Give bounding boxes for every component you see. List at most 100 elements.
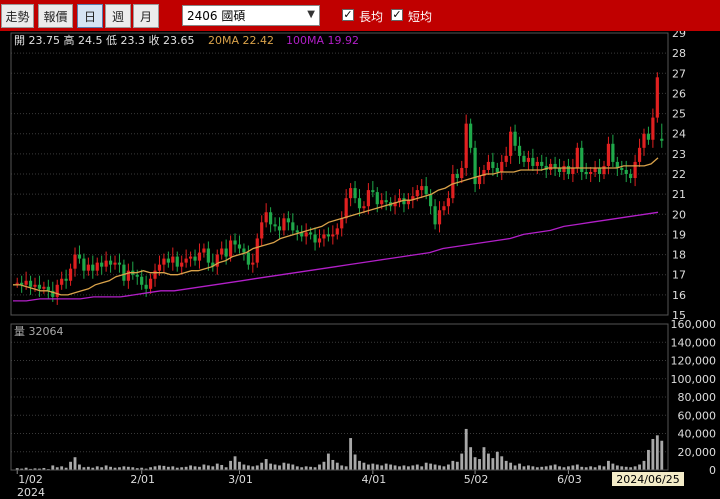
candle-body [140,276,144,285]
volume-bar [455,461,459,470]
tab-monthly[interactable]: 月 [133,4,159,28]
volume-bar [206,465,210,470]
volume-bar [340,465,344,470]
candle-body [68,268,73,281]
price-tick-label: 22 [672,168,686,181]
candle-body [33,284,37,287]
long-ma-label: 長均 [359,10,384,24]
volume-bar [371,463,375,470]
toolbar: 走勢 報價 日 週 月 2406 國碩 ▼ ✓ 長均 ✓ 短均 [0,0,720,31]
candle-body [384,200,388,203]
volume-bar [380,465,384,470]
volume-bar [255,465,259,470]
candle-body [371,190,375,193]
volume-bar [69,461,72,470]
volume-bar [95,466,99,470]
volume-bar [642,460,646,470]
candle-body [242,248,246,253]
long-ma-checkbox[interactable]: ✓ [342,9,354,21]
volume-bar [344,466,348,470]
candle-body [220,248,224,255]
tab-daily[interactable]: 日 [77,4,103,28]
stock-select[interactable]: 2406 國碩 ▼ [182,5,320,26]
volume-tick-label: 100,000 [671,373,717,386]
candle-body [60,278,64,285]
price-axis: 151617181920212223242526272829 [672,31,686,322]
volume-bar [442,466,446,470]
candle-body [584,171,588,174]
candle-body [451,174,455,199]
candle-body [366,190,370,207]
volume-bar [433,464,437,470]
volume-tick-label: 160,000 [671,318,717,331]
candle-body [597,167,602,174]
candle-body [322,234,326,239]
short-ma-label: 短均 [408,10,433,24]
volume-bar [260,462,264,470]
tab-quote[interactable]: 報價 [38,4,73,28]
volume-bar [406,466,410,470]
candle-body [317,238,322,243]
price-tick-label: 28 [672,47,686,60]
candle-body [660,138,664,141]
volume-bar [375,464,379,470]
candle-body [108,260,113,265]
candle-body [264,212,268,223]
candle-body [531,157,535,166]
candle-body [469,123,473,148]
candle-body [15,282,19,284]
volume-axis: 0 20,000 40,000 60,000 80,000 100,000 120,000 1… [671,318,717,477]
candle-body [655,77,659,118]
candle-body [473,147,477,185]
volume-bar [509,462,513,470]
candle-body [477,176,482,185]
candle-body [357,198,362,209]
volume-bar [282,462,286,470]
dropdown-arrow-icon: ▼ [307,9,315,20]
volume-bar [638,464,641,470]
volume-tick-label: 140,000 [671,336,717,349]
candle-body [268,212,273,225]
volume-bar [464,428,468,470]
ma100-readout: 100MA 19.92 [286,34,359,47]
tab-weekly[interactable]: 週 [105,4,131,28]
volume-bar [611,463,615,470]
volume-bar [211,466,215,470]
volume-bar [602,466,606,470]
candle-body [606,143,611,166]
candle-body [335,228,339,235]
candle-body [486,161,491,170]
volume-readout: 量 32064 [14,325,64,338]
volume-bar [558,466,561,470]
volume-bar [242,464,246,470]
volume-bar [486,453,490,470]
stock-chart[interactable]: 151617181920212223242526272829 020,00040… [0,31,720,499]
price-tick-label: 23 [672,148,686,161]
volume-bar [460,453,464,470]
volume-bar [393,465,397,470]
candle-body [642,133,646,148]
tab-trend[interactable]: 走勢 [1,4,34,28]
volume-bar [522,466,526,470]
date-tick-label: 5/02 [464,473,489,486]
volume-bar [335,462,339,470]
volume-bar [251,466,255,470]
candle-body [437,210,442,225]
short-ma-checkbox[interactable]: ✓ [391,9,403,21]
candle-body [86,264,90,271]
candle-body [95,262,99,271]
candle-body [228,240,233,257]
year-label: 2024 [17,486,45,499]
candle-body [64,278,68,281]
volume-bar [526,465,530,470]
candle-body [500,161,504,172]
volume-bar [269,463,273,470]
volume-bar [229,460,233,470]
candle-body [197,252,202,261]
volume-bar [273,464,277,470]
volume-bar [655,435,659,470]
volume-tick-label: 0 [709,464,716,477]
volume-bar [513,465,517,470]
volume-bar [620,466,624,470]
candle-body [175,256,179,267]
